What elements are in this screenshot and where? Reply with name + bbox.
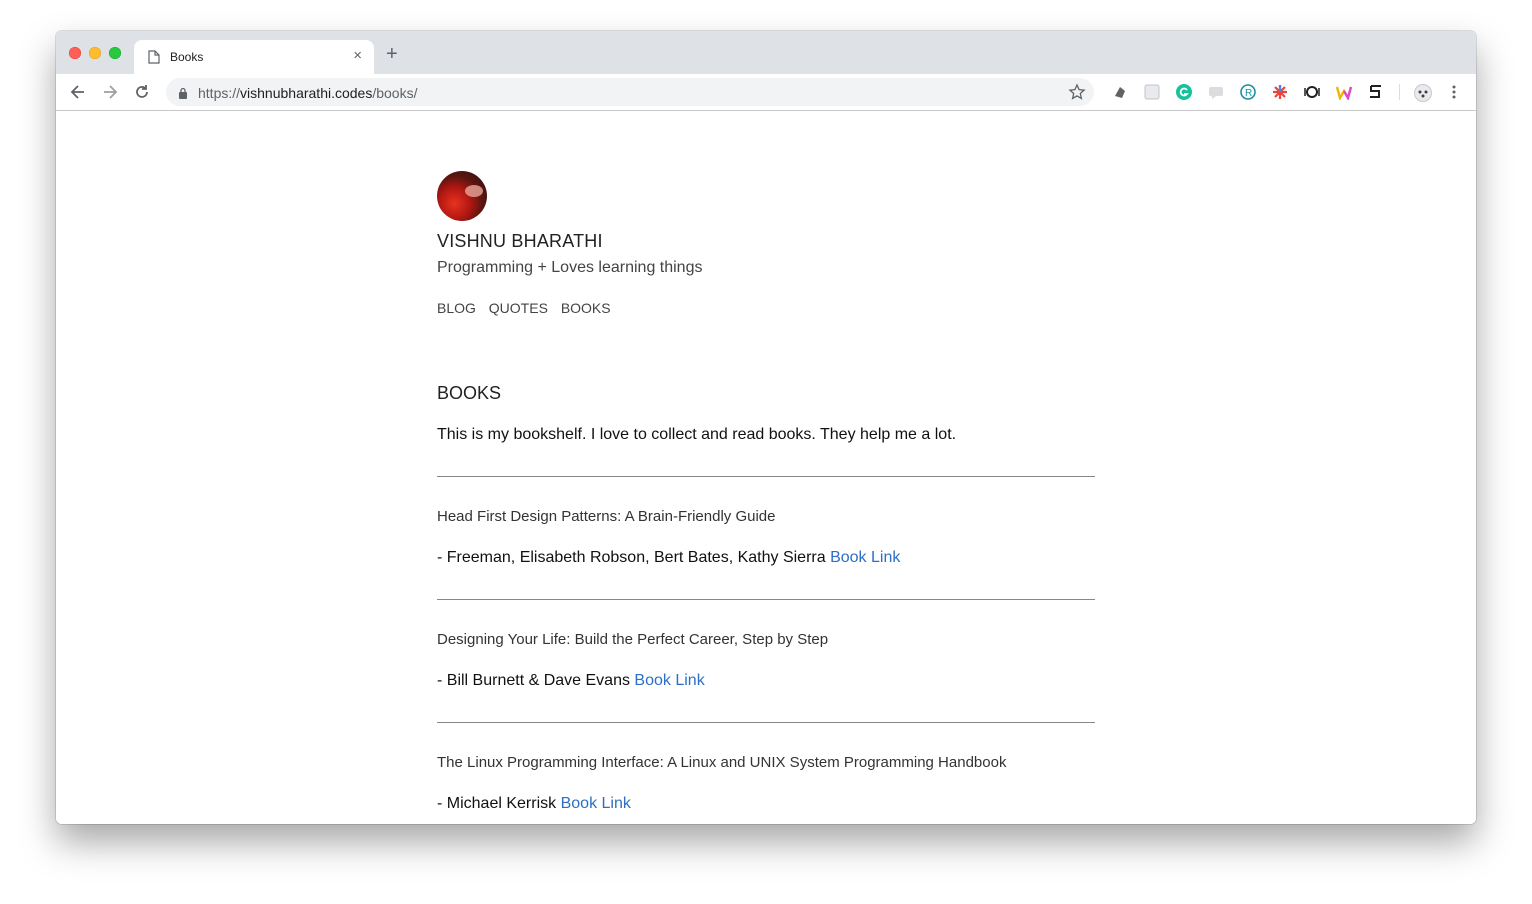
extension-7-icon[interactable]	[1304, 84, 1320, 100]
site-name[interactable]: VISHNU BHARATHI	[437, 231, 603, 252]
menu-dots-icon[interactable]	[1446, 84, 1462, 100]
url-host: vishnubharathi.codes	[240, 85, 373, 101]
book-authors-text: - Freeman, Elisabeth Robson, Bert Bates,…	[437, 549, 826, 566]
book-link[interactable]: Book Link	[830, 549, 900, 566]
book-title: Designing Your Life: Build the Perfect C…	[437, 631, 829, 648]
extension-1-icon[interactable]	[1112, 84, 1128, 100]
book-item: The Linux Programming Interface: A Linux…	[437, 722, 1095, 824]
close-window-button[interactable]	[69, 47, 81, 59]
url-scheme: https://	[198, 85, 241, 101]
page-title: BOOKS	[437, 383, 502, 403]
book-title: Head First Design Patterns: A Brain-Frie…	[437, 508, 776, 525]
extension-2-icon[interactable]	[1144, 84, 1160, 100]
minimize-window-button[interactable]	[89, 47, 101, 59]
reload-icon[interactable]	[132, 82, 152, 102]
extension-6-icon[interactable]	[1272, 84, 1288, 100]
url-path: /books/	[372, 85, 418, 101]
address-bar[interactable]: https://vishnubharathi.codes/books/	[166, 78, 1094, 106]
url-text[interactable]: https://vishnubharathi.codes/books/	[198, 85, 417, 101]
book-authors: - Freeman, Elisabeth Robson, Bert Bates,…	[437, 549, 900, 567]
tab-books[interactable]: Books ×	[134, 40, 374, 74]
book-authors-text: - Bill Burnett & Dave Evans	[437, 672, 630, 689]
page-intro: This is my bookshelf. I love to collect …	[437, 426, 957, 443]
bookmark-star-icon[interactable]	[1068, 83, 1086, 106]
tab-title: Books	[170, 50, 204, 64]
extension-9-icon[interactable]	[1368, 84, 1384, 100]
browser-toolbar: https://vishnubharathi.codes/books/ R	[56, 74, 1476, 111]
book-link[interactable]: Book Link	[634, 672, 704, 689]
tab-close-icon[interactable]: ×	[353, 48, 362, 64]
zoom-window-button[interactable]	[109, 47, 121, 59]
page-icon	[148, 50, 160, 69]
extension-8-icon[interactable]	[1335, 84, 1353, 102]
book-authors: - Bill Burnett & Dave Evans Book Link	[437, 672, 705, 690]
nav-blog[interactable]: BLOG	[437, 300, 476, 316]
toolbar-separator	[1399, 84, 1400, 100]
site-description: Programming + Loves learning things	[437, 259, 703, 276]
lock-icon[interactable]	[178, 86, 188, 104]
page-content: VISHNU BHARATHI Programming + Loves lear…	[56, 111, 1476, 824]
book-item: Head First Design Patterns: A Brain-Frie…	[437, 476, 1095, 600]
svg-text:R: R	[1245, 88, 1252, 99]
tab-strip: Books × +	[56, 31, 1476, 74]
book-link[interactable]: Book Link	[561, 795, 631, 812]
grammarly-icon[interactable]	[1176, 84, 1192, 100]
extension-4-icon[interactable]	[1208, 84, 1224, 100]
nav-quotes[interactable]: QUOTES	[489, 300, 548, 316]
site-nav: BLOG QUOTES BOOKS	[437, 300, 620, 316]
profile-icon[interactable]	[1414, 84, 1432, 102]
browser-window: Books × + https://vishnubharathi.codes/b…	[56, 31, 1476, 824]
extension-5-icon[interactable]: R	[1240, 84, 1256, 100]
new-tab-button[interactable]: +	[386, 44, 398, 64]
book-title: The Linux Programming Interface: A Linux…	[437, 754, 1007, 771]
book-authors-text: - Michael Kerrisk	[437, 795, 557, 812]
nav-books[interactable]: BOOKS	[561, 300, 611, 316]
forward-arrow-icon[interactable]	[100, 82, 120, 102]
book-item: Designing Your Life: Build the Perfect C…	[437, 599, 1095, 723]
book-authors: - Michael Kerrisk Book Link	[437, 795, 631, 813]
avatar[interactable]	[437, 171, 487, 221]
back-arrow-icon[interactable]	[68, 82, 88, 102]
